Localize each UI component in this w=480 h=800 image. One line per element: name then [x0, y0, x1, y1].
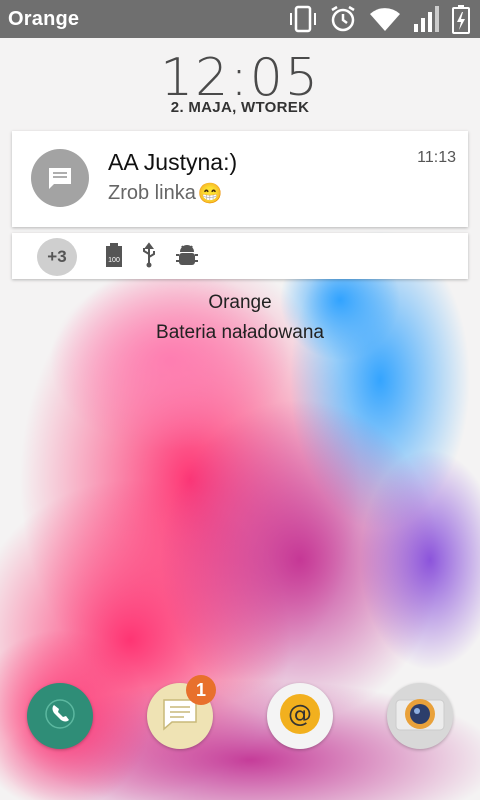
- more-notifications-icons: 100: [104, 242, 200, 273]
- phone-icon: [43, 697, 77, 736]
- status-carrier: Orange: [8, 7, 80, 30]
- svg-text:100: 100: [108, 257, 120, 264]
- notification-time: 11:13: [417, 149, 456, 166]
- phone-app[interactable]: [27, 683, 93, 749]
- svg-text:@: @: [288, 700, 312, 728]
- email-app[interactable]: @: [267, 683, 333, 749]
- message-notification-icon: [31, 149, 89, 207]
- camera-icon: [392, 686, 448, 747]
- android-debug-icon: [174, 242, 200, 273]
- wifi-icon: [368, 4, 402, 34]
- alarm-icon: [328, 4, 358, 34]
- status-icons: [288, 4, 470, 34]
- notification-message: Zrob linka: [108, 182, 196, 204]
- battery-charging-icon: [452, 4, 470, 34]
- usb-icon: [140, 242, 158, 273]
- more-count-badge: +3: [37, 238, 77, 276]
- status-bar: Orange: [0, 0, 480, 38]
- grin-emoji: 😁: [197, 183, 223, 205]
- battery-status-text: Bateria naładowana: [156, 322, 324, 343]
- notification-title: AA Justyna:): [108, 149, 238, 175]
- signal-icon: [412, 4, 442, 34]
- more-notifications-row[interactable]: +3 100: [12, 233, 468, 279]
- camera-app[interactable]: [387, 683, 453, 749]
- notification-card[interactable]: AA Justyna:) Zrob linka 😁 11:13: [12, 131, 468, 227]
- messages-badge: 1: [186, 675, 216, 705]
- lock-carrier: Orange: [208, 292, 272, 313]
- email-icon: @: [274, 688, 326, 745]
- battery-100-icon: 100: [104, 242, 124, 273]
- notification-text: Zrob linka 😁: [108, 181, 223, 206]
- wallpaper: [0, 0, 480, 800]
- vibrate-icon: [288, 4, 318, 34]
- lock-date: 2. MAJA, WTOREK: [170, 99, 310, 116]
